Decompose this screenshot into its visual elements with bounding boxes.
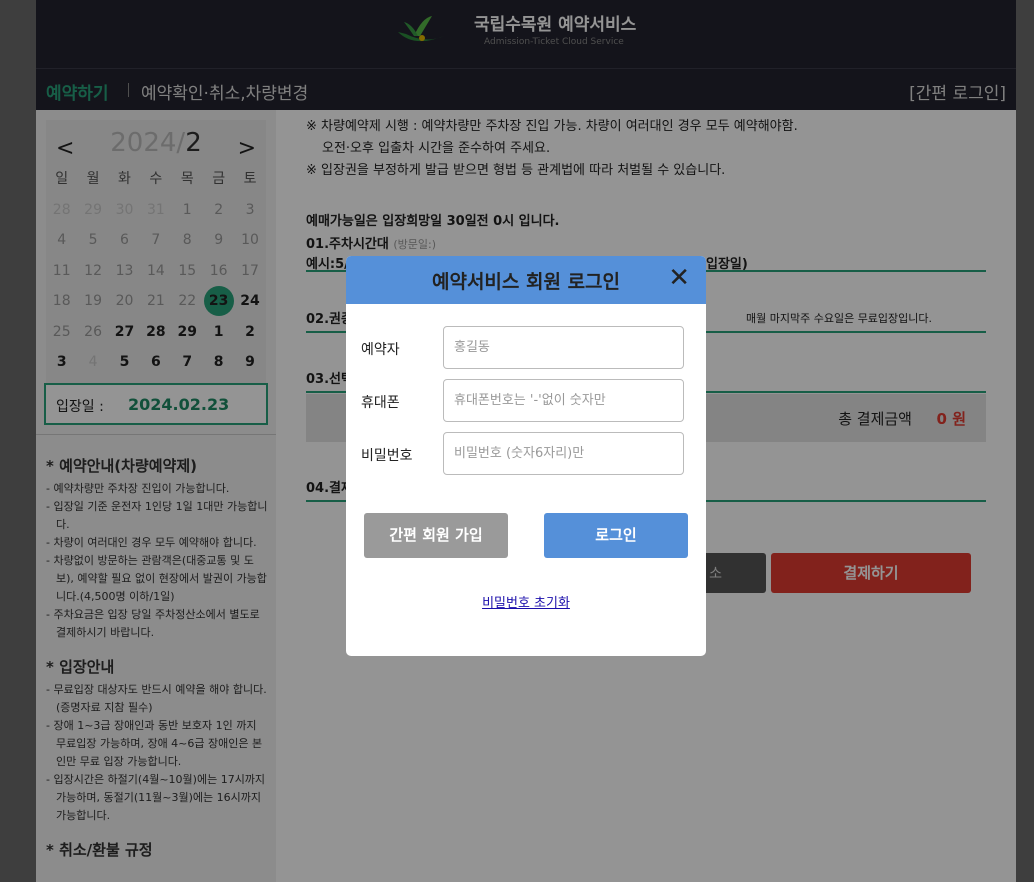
modal-title: 예약서비스 회원 로그인 (431, 271, 621, 293)
login-button[interactable]: 로그인 (544, 513, 688, 558)
password-label: 비밀번호 (361, 448, 413, 464)
simple-join-button[interactable]: 간편 회원 가입 (364, 513, 508, 558)
name-input[interactable] (443, 326, 684, 369)
phone-label: 휴대폰 (361, 395, 400, 411)
name-label: 예약자 (361, 342, 400, 358)
password-reset-link[interactable]: 비밀번호 초기화 (346, 592, 706, 611)
password-input[interactable] (443, 432, 684, 475)
phone-input[interactable] (443, 379, 684, 422)
modal-header: 예약서비스 회원 로그인 ✕ (346, 256, 706, 304)
close-icon[interactable]: ✕ (668, 264, 690, 292)
login-modal: 예약서비스 회원 로그인 ✕ 예약자 휴대폰 비밀번호 간편 회원 가입 로그인… (346, 256, 706, 656)
